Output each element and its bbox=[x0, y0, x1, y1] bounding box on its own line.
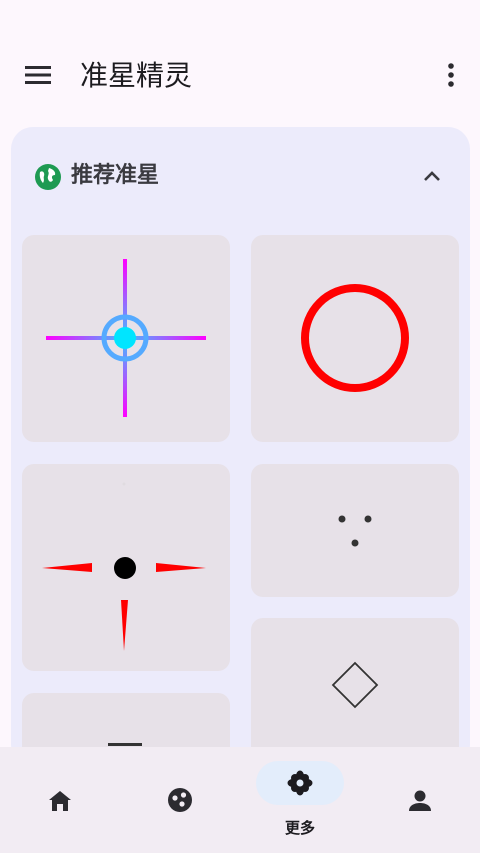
nav-profile[interactable] bbox=[360, 747, 480, 853]
crosshair-red-ring-icon bbox=[301, 284, 409, 392]
more-vertical-icon[interactable] bbox=[436, 60, 466, 90]
crosshair-three-dots-icon bbox=[338, 515, 372, 547]
crosshair-cyan-cross-icon bbox=[46, 259, 206, 417]
crosshair-tile-red-ring[interactable] bbox=[251, 235, 459, 442]
chevron-up-icon[interactable] bbox=[417, 161, 447, 191]
crosshair-tile-cyan-cross[interactable] bbox=[22, 235, 230, 442]
section-header[interactable]: 推荐准星 bbox=[11, 127, 470, 223]
crosshair-tile-three-dots[interactable] bbox=[251, 464, 459, 597]
palette-icon bbox=[168, 788, 192, 812]
flower-icon bbox=[287, 770, 313, 796]
nav-home[interactable] bbox=[0, 747, 120, 853]
home-icon bbox=[49, 791, 71, 811]
recommended-crosshairs-card: 推荐准星 bbox=[11, 127, 470, 767]
menu-icon[interactable] bbox=[20, 60, 56, 90]
globe-icon bbox=[35, 164, 61, 190]
section-title: 推荐准星 bbox=[71, 163, 160, 188]
page-title: 准星精灵 bbox=[80, 59, 193, 92]
crosshair-tile-red-spikes[interactable] bbox=[22, 464, 230, 671]
person-icon bbox=[409, 790, 431, 811]
crosshair-tile-diamond[interactable] bbox=[251, 618, 459, 767]
crosshair-red-spikes-icon bbox=[42, 482, 206, 651]
bottom-navigation-bar: 更多 bbox=[0, 747, 480, 853]
nav-more[interactable]: 更多 bbox=[240, 747, 360, 853]
crosshair-diamond-icon bbox=[331, 661, 379, 709]
nav-palette[interactable] bbox=[120, 747, 240, 853]
nav-more-label: 更多 bbox=[284, 819, 315, 837]
top-app-bar: 准星精灵 bbox=[0, 0, 480, 128]
